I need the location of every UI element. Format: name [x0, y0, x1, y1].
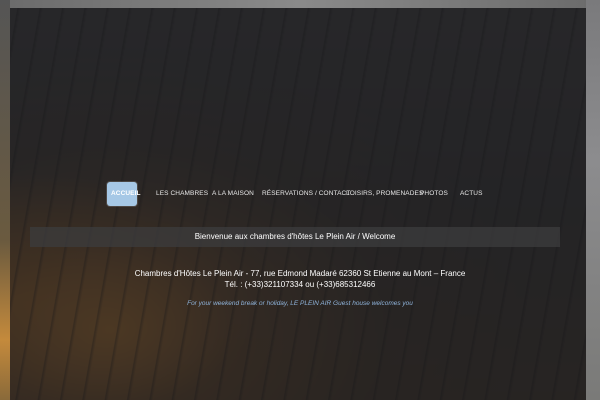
- address-line: Chambres d'Hôtes Le Plein Air - 77, rue …: [134, 269, 466, 278]
- main-nav: ACCUEIL LES CHAMBRES A LA MAISON RÉSERVA…: [0, 182, 600, 206]
- background-edge-top: [0, 0, 600, 8]
- nav-item-reservations-contact[interactable]: RÉSERVATIONS / CONTACT: [262, 182, 350, 206]
- address-block: Chambres d'Hôtes Le Plein Air - 77, rue …: [0, 268, 600, 290]
- nav-item-actus[interactable]: ACTUS: [460, 182, 483, 206]
- page: ACCUEIL LES CHAMBRES A LA MAISON RÉSERVA…: [0, 0, 600, 400]
- phone-line: Tél. : (+33)321107334 ou (+33)685312466: [224, 280, 376, 289]
- nav-item-accueil[interactable]: ACCUEIL: [107, 182, 140, 206]
- welcome-text: Bienvenue aux chambres d'hôtes Le Plein …: [194, 232, 396, 241]
- nav-item-photos[interactable]: PHOTOS: [420, 182, 448, 206]
- tagline: For your weekend break or holiday, LE PL…: [187, 300, 413, 307]
- nav-item-les-chambres[interactable]: LES CHAMBRES: [156, 182, 208, 206]
- nav-item-a-la-maison[interactable]: A LA MAISON: [212, 182, 254, 206]
- welcome-banner: Bienvenue aux chambres d'hôtes Le Plein …: [30, 227, 560, 247]
- nav-item-loisirs-promenades[interactable]: LOISIRS, PROMENADES: [346, 182, 423, 206]
